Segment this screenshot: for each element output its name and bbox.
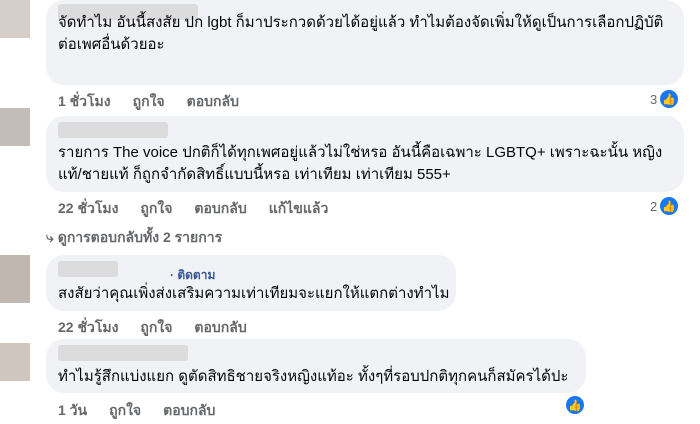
reaction-count[interactable]: 2 👍 [650, 197, 679, 215]
reply-button[interactable]: ตอบกลับ [187, 91, 239, 113]
avatar[interactable] [0, 343, 30, 381]
like-icon: 👍 [566, 396, 584, 414]
comment-time[interactable]: 22 ชั่วโมง [58, 198, 118, 220]
reaction-count[interactable]: 3 👍 [650, 90, 679, 108]
reply-arrow-icon: ⤷ [46, 229, 54, 245]
comment-text-line: ต่อเพศอื่นด้วยอะ [58, 36, 165, 53]
reply-button[interactable]: ตอบกลับ [163, 400, 215, 422]
comment-text-line: แท้/ชายแท้ ก็ถูกจำกัดสิทธิ์แบบนี้หรอ เท่… [58, 166, 451, 183]
like-button[interactable]: ถูกใจ [140, 317, 172, 339]
comment-actions: 1 วัน ถูกใจ ตอบกลับ [58, 400, 215, 422]
commenter-name[interactable] [58, 122, 168, 138]
comment-bubble: ทำไมรู้สึกแบ่งแยก ดูตัดสิทธิชายจริงหญิงแ… [46, 339, 586, 393]
like-button[interactable]: ถูกใจ [109, 400, 141, 422]
comment-bubble: · ติดตาม สงสัยว่าคุณเพิ่งส่งเสริมความเท่… [46, 255, 456, 311]
edited-label: แก้ไขแล้ว [268, 200, 329, 216]
comment-time[interactable]: 1 วัน [58, 400, 87, 422]
commenter-name[interactable] [58, 345, 188, 361]
reply-button[interactable]: ตอบกลับ [194, 198, 246, 220]
reply-button[interactable]: ตอบกลับ [194, 317, 246, 339]
like-icon: 👍 [660, 90, 679, 108]
comment-actions: 1 ชั่วโมง ถูกใจ ตอบกลับ [58, 91, 239, 113]
comment-time[interactable]: 22 ชั่วโมง [58, 317, 118, 339]
comment-text-line: ทำไมรู้สึกแบ่งแยก ดูตัดสิทธิชายจริงหญิงแ… [58, 368, 569, 385]
comment-actions: 22 ชั่วโมง ถูกใจ ตอบกลับ [58, 317, 247, 339]
avatar[interactable] [0, 255, 30, 303]
avatar[interactable] [0, 108, 30, 146]
comment-time[interactable]: 1 ชั่วโมง [58, 91, 111, 113]
like-button[interactable]: ถูกใจ [133, 91, 165, 113]
comment-actions: 22 ชั่วโมง ถูกใจ ตอบกลับ แก้ไขแล้ว [58, 198, 328, 220]
like-icon: 👍 [660, 197, 679, 215]
reaction-button[interactable]: 👍 [566, 396, 584, 414]
comment-bubble: รายการ The voice ปกติก็ได้ทุกเพศอยู่แล้ว… [46, 116, 684, 192]
view-replies-link[interactable]: ⤷ ดูการตอบกลับทั้ง 2 รายการ [46, 227, 222, 249]
comment-text-line: สงสัยว่าคุณเพิ่งส่งเสริมความเท่าเทียมจะแ… [58, 285, 450, 302]
avatar[interactable] [0, 0, 30, 38]
comment-text-line: รายการ The voice ปกติก็ได้ทุกเพศอยู่แล้ว… [58, 144, 663, 161]
comment-bubble: จัดทำไม อันนี้สงสัย ปก lgbt ก็มาประกวดด้… [46, 0, 684, 85]
comment-text-line: จัดทำไม อันนี้สงสัย ปก lgbt ก็มาประกวดด้… [58, 14, 664, 31]
like-button[interactable]: ถูกใจ [140, 198, 172, 220]
commenter-name[interactable] [58, 261, 118, 277]
